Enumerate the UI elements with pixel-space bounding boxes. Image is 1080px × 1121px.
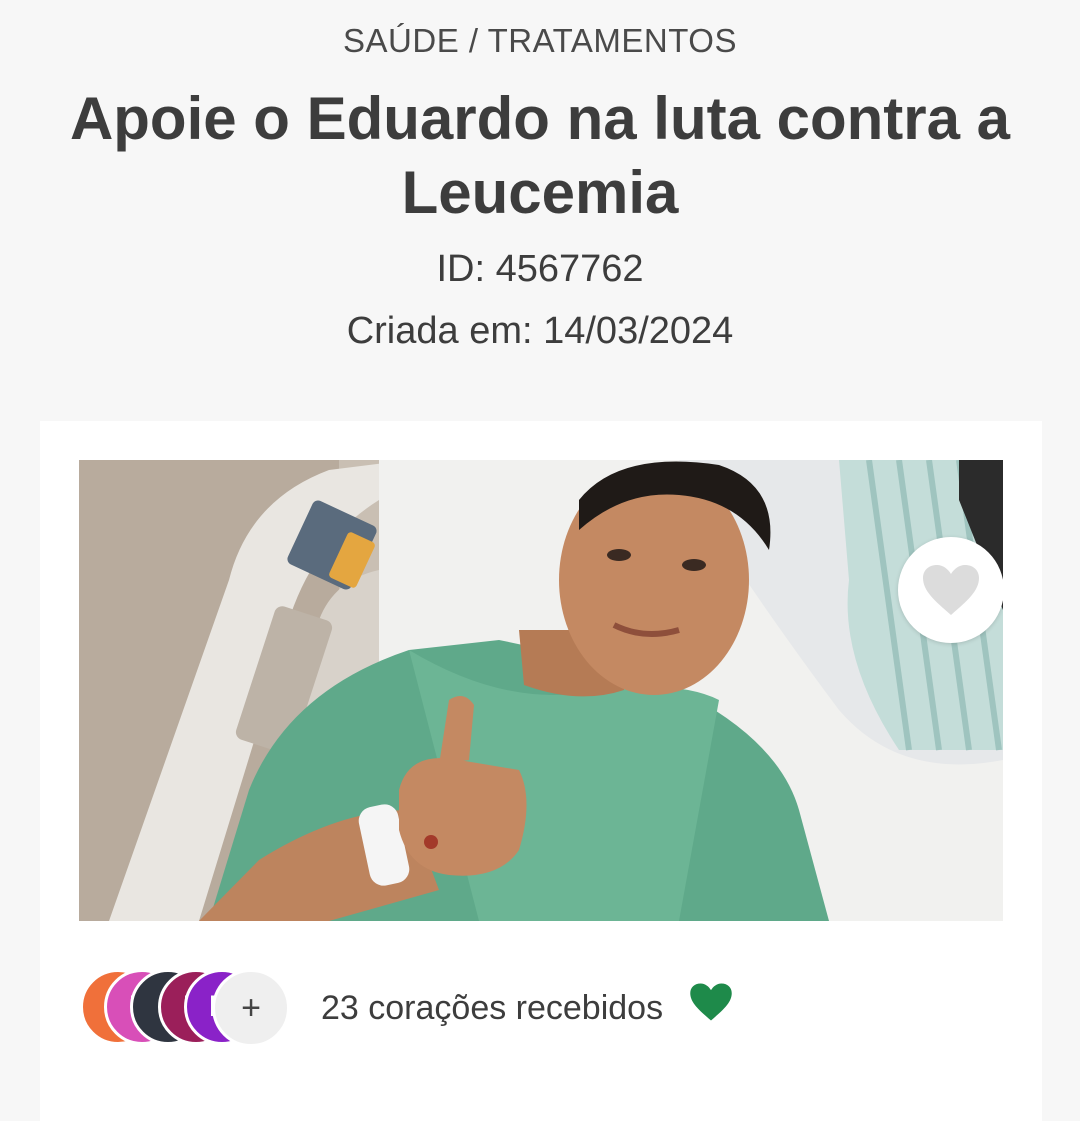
supporters-avatars[interactable]: J M E L + — [80, 969, 290, 1049]
campaign-photo[interactable] — [79, 460, 1003, 921]
green-heart-icon — [688, 982, 734, 1027]
page-title: Apoie o Eduardo na luta contra a Leucemi… — [69, 85, 1011, 226]
more-supporters-button[interactable]: + — [212, 969, 290, 1047]
campaign-id: ID: 4567762 — [436, 248, 644, 290]
category-breadcrumb[interactable]: SAÚDE / TRATAMENTOS — [0, 22, 1080, 60]
hearts-count: 23 corações recebidos — [321, 989, 664, 1027]
photo-illustration — [79, 460, 1003, 921]
created-date: Criada em: 14/03/2024 — [346, 310, 734, 352]
heart-outline-icon — [923, 565, 979, 615]
campaign-card: J M E L + 23 corações recebidos — [40, 421, 1042, 1121]
favorite-button[interactable] — [898, 537, 1003, 643]
